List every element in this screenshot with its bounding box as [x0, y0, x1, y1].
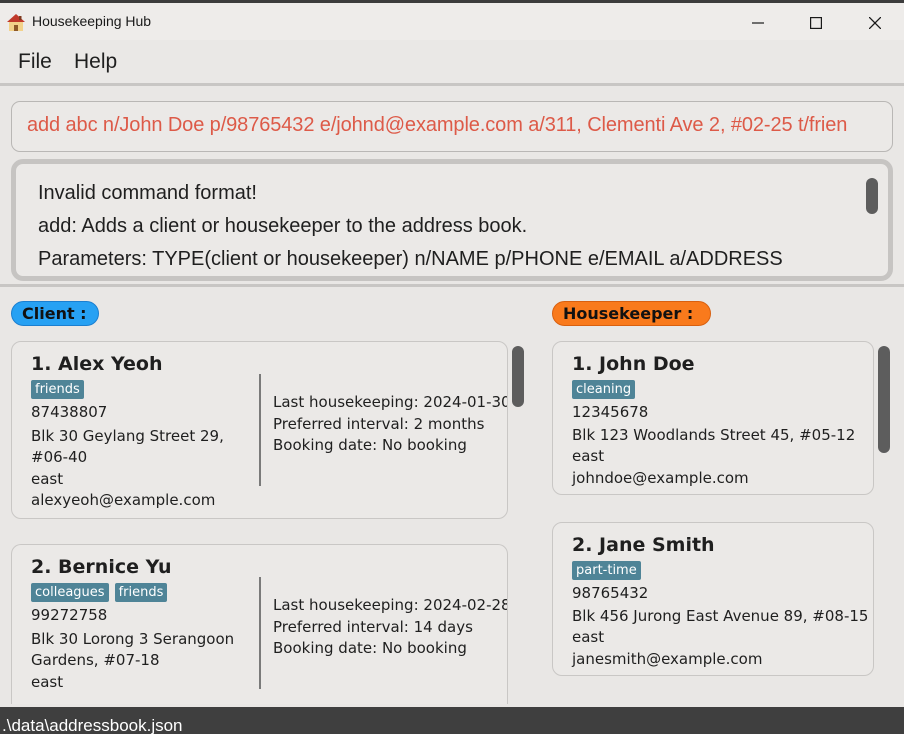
tag-list: part-time [572, 561, 641, 580]
housekeeper-address: Blk 123 Woodlands Street 45, #05-12 [572, 426, 856, 444]
preferred-interval: Preferred interval: 14 days [273, 618, 473, 636]
result-line: Invalid command format! [38, 182, 257, 204]
result-display[interactable]: Invalid command format! add: Adds a clie… [11, 159, 893, 281]
client-address: Blk 30 Geylang Street 29, [31, 427, 224, 445]
housekeeper-card[interactable]: 2. Jane Smith part-time 98765432 Blk 456… [552, 522, 874, 676]
housekeeper-address: Blk 456 Jurong East Avenue 89, #08-15 [572, 607, 869, 625]
house-icon [7, 14, 25, 31]
housekeeper-area: east [572, 447, 605, 465]
last-housekeeping: Last housekeeping: 2024-02-28 [273, 596, 508, 614]
divider [0, 284, 904, 287]
housekeeper-email: janesmith@example.com [572, 650, 763, 668]
minimize-icon [752, 22, 764, 24]
tag: colleagues [31, 583, 109, 602]
app-window: Housekeeping Hub File Help add abc n/Joh… [0, 0, 904, 734]
housekeeper-phone: 98765432 [572, 584, 649, 602]
maximize-button[interactable] [798, 9, 834, 37]
status-bar: .\data\addressbook.json [0, 707, 904, 734]
housekeeper-area: east [572, 628, 605, 646]
data-file-path: .\data\addressbook.json [2, 716, 183, 734]
tag-list: colleagues friends [31, 583, 168, 602]
client-list-header: Client : [11, 301, 99, 326]
client-name: 2. Bernice Yu [31, 556, 172, 578]
minimize-button[interactable] [740, 9, 776, 37]
housekeeper-phone: 12345678 [572, 403, 649, 421]
command-text: add abc n/John Doe p/98765432 e/johnd@ex… [27, 114, 848, 136]
card-separator [259, 374, 261, 486]
client-card[interactable]: 1. Alex Yeoh friends 87438807 Blk 30 Gey… [11, 341, 508, 519]
card-separator [259, 577, 261, 689]
housekeeper-name: 1. John Doe [572, 353, 695, 375]
preferred-interval: Preferred interval: 2 months [273, 415, 485, 433]
housekeeper-email: johndoe@example.com [572, 469, 749, 487]
client-list-scrollbar[interactable] [512, 346, 524, 407]
tag: friends [31, 380, 84, 399]
tag-list: friends [31, 380, 84, 399]
client-address-cont: Gardens, #07-18 [31, 651, 160, 669]
menu-file[interactable]: File [18, 50, 52, 74]
booking-date: Booking date: No booking [273, 639, 467, 657]
client-phone: 99272758 [31, 606, 108, 624]
tag: cleaning [572, 380, 636, 399]
maximize-icon [810, 17, 822, 29]
menu-bar: File Help [0, 40, 904, 86]
close-button[interactable] [857, 9, 893, 37]
close-icon [869, 17, 881, 29]
result-line: Parameters: TYPE(client or housekeeper) … [38, 248, 783, 270]
tag: part-time [572, 561, 641, 580]
client-name: 1. Alex Yeoh [31, 353, 163, 375]
housekeeper-card[interactable]: 1. John Doe cleaning 12345678 Blk 123 Wo… [552, 341, 874, 495]
menu-help[interactable]: Help [74, 50, 117, 74]
result-line: add: Adds a client or housekeeper to the… [38, 215, 528, 237]
client-address: Blk 30 Lorong 3 Serangoon [31, 630, 235, 648]
client-area: east [31, 470, 64, 488]
client-card[interactable]: 2. Bernice Yu colleagues friends 9927275… [11, 544, 508, 704]
client-area: east [31, 673, 64, 691]
title-bar: Housekeeping Hub [0, 0, 904, 40]
booking-date: Booking date: No booking [273, 436, 467, 454]
tag: friends [114, 583, 168, 602]
result-scrollbar[interactable] [866, 178, 878, 214]
tag-list: cleaning [572, 380, 636, 399]
client-email: alexyeoh@example.com [31, 491, 216, 509]
housekeeper-list-header: Housekeeper : [552, 301, 711, 326]
housekeeper-list-scrollbar[interactable] [878, 346, 890, 453]
client-address-cont: #06-40 [31, 448, 88, 466]
window-title: Housekeeping Hub [32, 13, 152, 29]
housekeeper-name: 2. Jane Smith [572, 534, 715, 556]
last-housekeeping: Last housekeeping: 2024-01-30 [273, 393, 508, 411]
command-input[interactable]: add abc n/John Doe p/98765432 e/johnd@ex… [11, 101, 893, 152]
client-phone: 87438807 [31, 403, 108, 421]
